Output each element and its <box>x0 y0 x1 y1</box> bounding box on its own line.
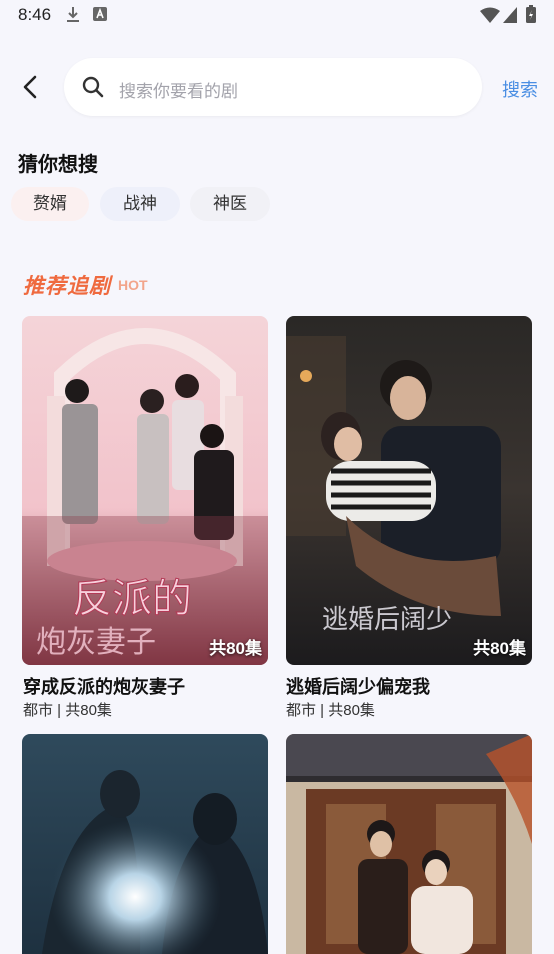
episode-count-badge: 共80集 <box>209 639 262 658</box>
poster-image: 逃婚后阔少 <box>286 316 532 665</box>
status-time: 8:46 <box>18 5 52 24</box>
wifi-icon <box>480 7 500 23</box>
search-icon <box>82 76 104 98</box>
search-input[interactable]: 搜索你要看的剧 <box>64 58 482 116</box>
keyboard-a-icon <box>93 7 107 21</box>
search-chip[interactable]: 战神 <box>100 187 180 221</box>
poster-image: 反派的 炮灰妻子 <box>22 316 268 665</box>
poster-image <box>286 734 532 954</box>
recommend-title: 推荐追剧 <box>23 275 111 298</box>
drama-poster[interactable] <box>286 734 532 954</box>
signal-icon <box>503 7 517 23</box>
back-arrow-icon[interactable] <box>18 74 44 100</box>
poster-subtitle-text: 炮灰妻子 <box>36 625 156 660</box>
drama-poster[interactable]: 逃婚后阔少 共80集 <box>286 316 532 665</box>
hot-label: HOT <box>118 277 148 293</box>
search-chip[interactable]: 赘婿 <box>11 187 89 221</box>
search-placeholder: 搜索你要看的剧 <box>119 82 238 101</box>
battery-icon <box>526 5 536 23</box>
download-icon <box>67 7 79 22</box>
episode-count-badge: 共80集 <box>473 639 526 658</box>
search-chip[interactable]: 神医 <box>190 187 270 221</box>
poster-title-text: 逃婚后阔少 <box>322 605 452 635</box>
drama-meta: 都市 | 共80集 <box>23 702 112 719</box>
poster-image <box>22 734 268 954</box>
drama-meta: 都市 | 共80集 <box>286 702 375 719</box>
search-button[interactable]: 搜索 <box>502 76 538 102</box>
status-bar: 8:46 <box>0 0 554 30</box>
drama-poster[interactable] <box>22 734 268 954</box>
poster-title-text: 反派的 <box>72 576 192 622</box>
drama-title[interactable]: 逃婚后阔少偏宠我 <box>286 673 430 699</box>
drama-poster[interactable]: 反派的 炮灰妻子 共80集 <box>22 316 268 665</box>
drama-title[interactable]: 穿成反派的炮灰妻子 <box>23 673 185 699</box>
guess-section-title: 猜你想搜 <box>18 154 98 176</box>
